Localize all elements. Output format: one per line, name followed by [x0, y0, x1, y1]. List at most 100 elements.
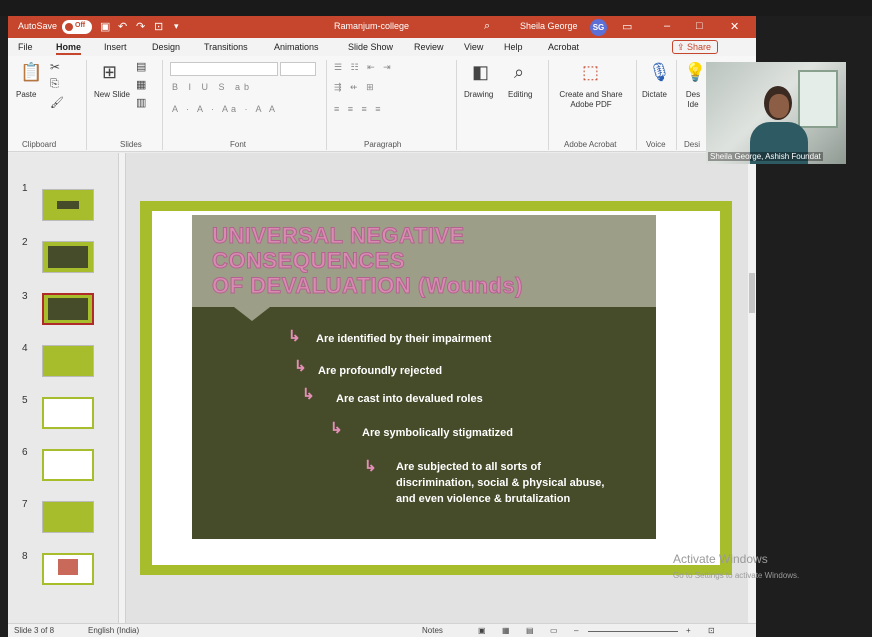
share-label: Share: [687, 42, 712, 52]
slide-sorter-icon[interactable]: ▦: [502, 626, 510, 635]
dictate-button[interactable]: Dictate: [642, 90, 667, 99]
font-size-select[interactable]: [280, 62, 316, 76]
tab-file[interactable]: File: [18, 42, 33, 52]
slide-thumbnail-8[interactable]: [42, 553, 94, 585]
format-painter-icon[interactable]: 🖌: [50, 96, 64, 109]
bullet-text[interactable]: Are subjected to all sorts of: [396, 459, 541, 475]
tab-view[interactable]: View: [464, 42, 483, 52]
adobe-pdf-icon[interactable]: ⬚: [582, 62, 599, 83]
thumbnail-scrollbar[interactable]: [118, 153, 126, 623]
tab-slide-show[interactable]: Slide Show: [348, 42, 393, 52]
slide-thumbnail-4[interactable]: [42, 345, 94, 377]
reading-view-icon[interactable]: ▤: [526, 626, 534, 635]
normal-view-icon[interactable]: ▣: [478, 626, 486, 635]
slide-title[interactable]: UNIVERSAL NEGATIVE CONSEQUENCES OF DEVAL…: [212, 223, 652, 299]
microphone-icon[interactable]: 🎙: [648, 62, 671, 83]
editing-icon[interactable]: ⌕: [514, 62, 524, 83]
font-name-select[interactable]: [170, 62, 278, 76]
search-icon[interactable]: ⌕: [484, 20, 490, 33]
tab-acrobat[interactable]: Acrobat: [548, 42, 579, 52]
autosave-toggle[interactable]: Off: [62, 20, 92, 34]
video-feed-tile[interactable]: Sheila George, Ashish Foundat: [706, 62, 846, 164]
indent-icons[interactable]: ⇶ ⇷ ⊞: [334, 82, 377, 93]
bullet-text[interactable]: discrimination, social & physical abuse,: [396, 475, 604, 491]
minimize-icon[interactable]: –: [664, 20, 670, 32]
scroll-thumb[interactable]: [749, 273, 755, 313]
avatar[interactable]: SG: [590, 19, 607, 36]
present-icon[interactable]: ⊡: [154, 20, 163, 33]
ribbon-display-icon[interactable]: ▭: [622, 20, 632, 33]
slide-title-line: UNIVERSAL NEGATIVE: [212, 223, 465, 249]
bullet-text[interactable]: Are identified by their impairment: [316, 331, 491, 347]
design-ideas-button[interactable]: Des Ide: [684, 90, 702, 110]
font-group-label: Font: [230, 140, 247, 149]
close-icon[interactable]: ✕: [730, 20, 739, 33]
arrow-bullet-icon: ↳: [294, 358, 307, 375]
bullet-text[interactable]: Are cast into devalued roles: [336, 391, 483, 407]
tab-design[interactable]: Design: [152, 42, 180, 52]
reset-icon[interactable]: ▦: [136, 78, 146, 91]
slide-thumbnail-7[interactable]: [42, 501, 94, 533]
new-slide-icon[interactable]: ⊞: [102, 62, 117, 83]
notes-button[interactable]: Notes: [422, 626, 443, 635]
user-name[interactable]: Sheila George: [520, 21, 578, 31]
design-ideas-icon[interactable]: 💡: [684, 62, 706, 83]
slideshow-icon[interactable]: ▭: [550, 626, 558, 635]
slide-title-line: CONSEQUENCES: [212, 248, 406, 274]
slide-thumbnail-1[interactable]: [42, 189, 94, 221]
thumbnail-number: 4: [22, 343, 28, 354]
thumbnail-number: 1: [22, 183, 28, 194]
activate-windows-hint: Go to Settings to activate Windows.: [673, 571, 800, 580]
separator: [162, 60, 163, 150]
maximize-icon[interactable]: □: [696, 20, 703, 32]
slide-thumbnail-3[interactable]: [42, 293, 94, 325]
share-button[interactable]: ⇪ Share: [672, 40, 718, 54]
editing-button[interactable]: Editing: [508, 90, 532, 99]
slide-thumbnail-6[interactable]: [42, 449, 94, 481]
slide-counter: Slide 3 of 8: [14, 626, 55, 635]
tab-insert[interactable]: Insert: [104, 42, 127, 52]
bullet-text[interactable]: Are profoundly rejected: [318, 363, 442, 379]
tab-help[interactable]: Help: [504, 42, 523, 52]
list-icons[interactable]: ☰ ☷ ⇤ ⇥: [334, 62, 394, 73]
copy-icon[interactable]: ⎘: [50, 78, 59, 91]
new-slide-button[interactable]: New Slide: [92, 90, 132, 100]
fit-slide-icon[interactable]: ⊡: [708, 626, 715, 635]
layout-icon[interactable]: ▤: [136, 60, 146, 73]
zoom-out-icon[interactable]: –: [574, 626, 578, 635]
save-icon[interactable]: ▣: [100, 20, 110, 33]
paste-icon[interactable]: 📋: [20, 62, 42, 83]
activate-windows-watermark: Activate Windows: [673, 552, 768, 566]
create-share-pdf-button[interactable]: Create and Share Adobe PDF: [552, 90, 630, 110]
font-format-icons[interactable]: B I U S ab: [172, 82, 253, 92]
slide-thumbnail-2[interactable]: [42, 241, 94, 273]
drawing-button[interactable]: Drawing: [464, 90, 493, 99]
align-icons[interactable]: ≡ ≡ ≡ ≡: [334, 104, 384, 114]
current-slide[interactable]: UNIVERSAL NEGATIVE CONSEQUENCES OF DEVAL…: [140, 201, 732, 575]
language-indicator[interactable]: English (India): [88, 626, 139, 635]
tab-transitions[interactable]: Transitions: [204, 42, 248, 52]
font-color-icons[interactable]: A · A · Aa · A A: [172, 104, 278, 114]
thumbnail-number: 2: [22, 237, 28, 248]
undo-icon[interactable]: ↶: [118, 20, 127, 33]
slide-thumbnail-5[interactable]: [42, 397, 94, 429]
clipboard-group-label: Clipboard: [22, 140, 57, 149]
autosave-label: AutoSave: [18, 21, 58, 31]
tab-animations[interactable]: Animations: [274, 42, 319, 52]
arrow-bullet-icon: ↳: [302, 386, 315, 403]
separator: [548, 60, 549, 150]
slide-white-frame: UNIVERSAL NEGATIVE CONSEQUENCES OF DEVAL…: [152, 211, 720, 565]
zoom-in-icon[interactable]: +: [686, 626, 691, 635]
bullet-text[interactable]: and even violence & brutalization: [396, 491, 570, 507]
section-icon[interactable]: ▥: [136, 96, 146, 109]
cut-icon[interactable]: ✂: [50, 60, 60, 74]
zoom-slider[interactable]: [588, 631, 678, 632]
bullet-text[interactable]: Are symbolically stigmatized: [362, 425, 513, 441]
tab-review[interactable]: Review: [414, 42, 444, 52]
drawing-icon[interactable]: ◧: [472, 62, 489, 83]
paste-button[interactable]: Paste: [16, 90, 36, 99]
tab-home[interactable]: Home: [56, 42, 82, 55]
customize-qat-icon[interactable]: ▾: [174, 21, 179, 32]
redo-icon[interactable]: ↷: [136, 20, 145, 33]
share-icon: ⇪: [677, 42, 688, 52]
